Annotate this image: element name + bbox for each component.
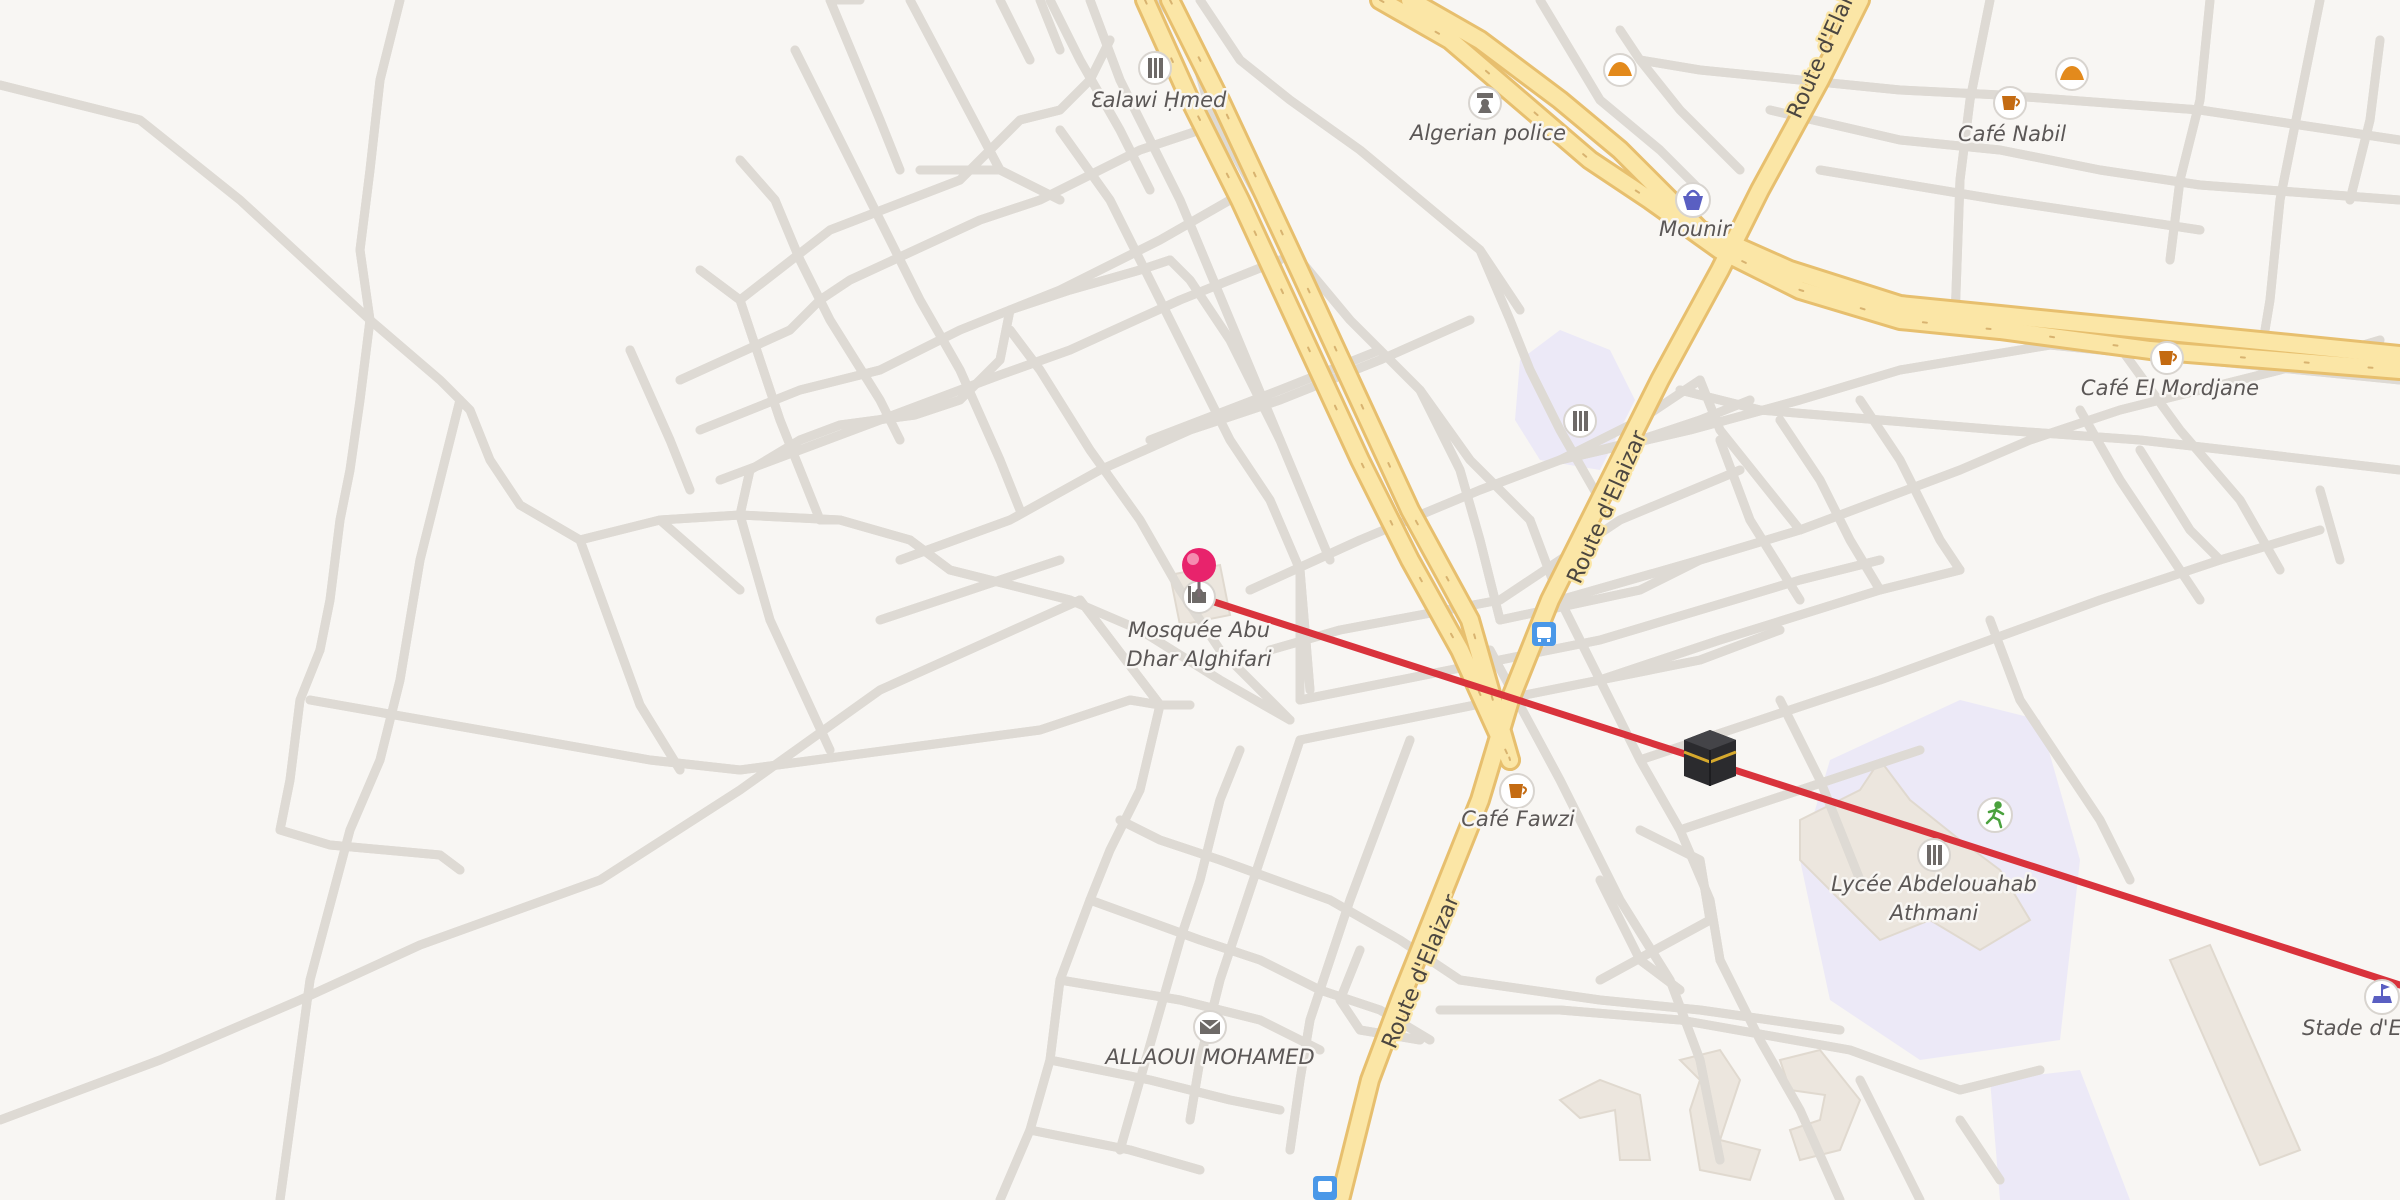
- poi-allaoui[interactable]: ALLAOUI MOHAMED: [1101, 1010, 1317, 1072]
- poi-bus-stop[interactable]: [1313, 1176, 1337, 1200]
- map-canvas[interactable]: Route d'Elaizar Route d'Elaizar Route d'…: [0, 0, 2400, 1200]
- svg-text:Stade d'Er: Stade d'Er: [2302, 1016, 2400, 1040]
- building: [2168, 943, 2302, 1167]
- poi-bakery[interactable]: [2055, 57, 2089, 91]
- hardware-store-icon: [1573, 411, 1588, 431]
- poi-stade[interactable]: Stade d'Er: [2300, 979, 2400, 1043]
- svg-text:Algerian police: Algerian police: [1408, 121, 1566, 145]
- svg-text:Ɛalawi Ḥmed: Ɛalawi Ḥmed: [1090, 88, 1227, 112]
- svg-text:Café El Mordjane: Café El Mordjane: [2081, 376, 2259, 400]
- poi-sports[interactable]: [1977, 797, 2013, 833]
- bus-stop-icon: [1318, 1181, 1332, 1192]
- svg-text:Athmani: Athmani: [1888, 901, 1979, 925]
- poi-hardware-store[interactable]: [1563, 404, 1597, 438]
- mail-icon: [1199, 1019, 1221, 1034]
- kaaba-icon: [1683, 730, 1737, 786]
- svg-text:Café Nabil: Café Nabil: [1958, 122, 2066, 146]
- svg-text:Mosquée Abu: Mosquée Abu: [1128, 618, 1270, 642]
- building: [1558, 1078, 1652, 1161]
- svg-text:ALLAOUI MOHAMED: ALLAOUI MOHAMED: [1103, 1045, 1314, 1069]
- svg-text:Lycée Abdelouahab: Lycée Abdelouahab: [1831, 872, 2037, 896]
- poi-bus-stop[interactable]: [1532, 622, 1556, 646]
- poi-kaaba[interactable]: [1683, 730, 1737, 786]
- school-icon: [1927, 845, 1942, 865]
- svg-text:Dhar Alghifari: Dhar Alghifari: [1126, 647, 1271, 671]
- landuse-area: [1990, 1070, 2130, 1200]
- hardware-store-icon: [1148, 58, 1163, 78]
- svg-text:Café Fawzi: Café Fawzi: [1461, 807, 1575, 831]
- poi-bakery[interactable]: [1603, 53, 1637, 87]
- svg-text:Mounir: Mounir: [1659, 217, 1732, 241]
